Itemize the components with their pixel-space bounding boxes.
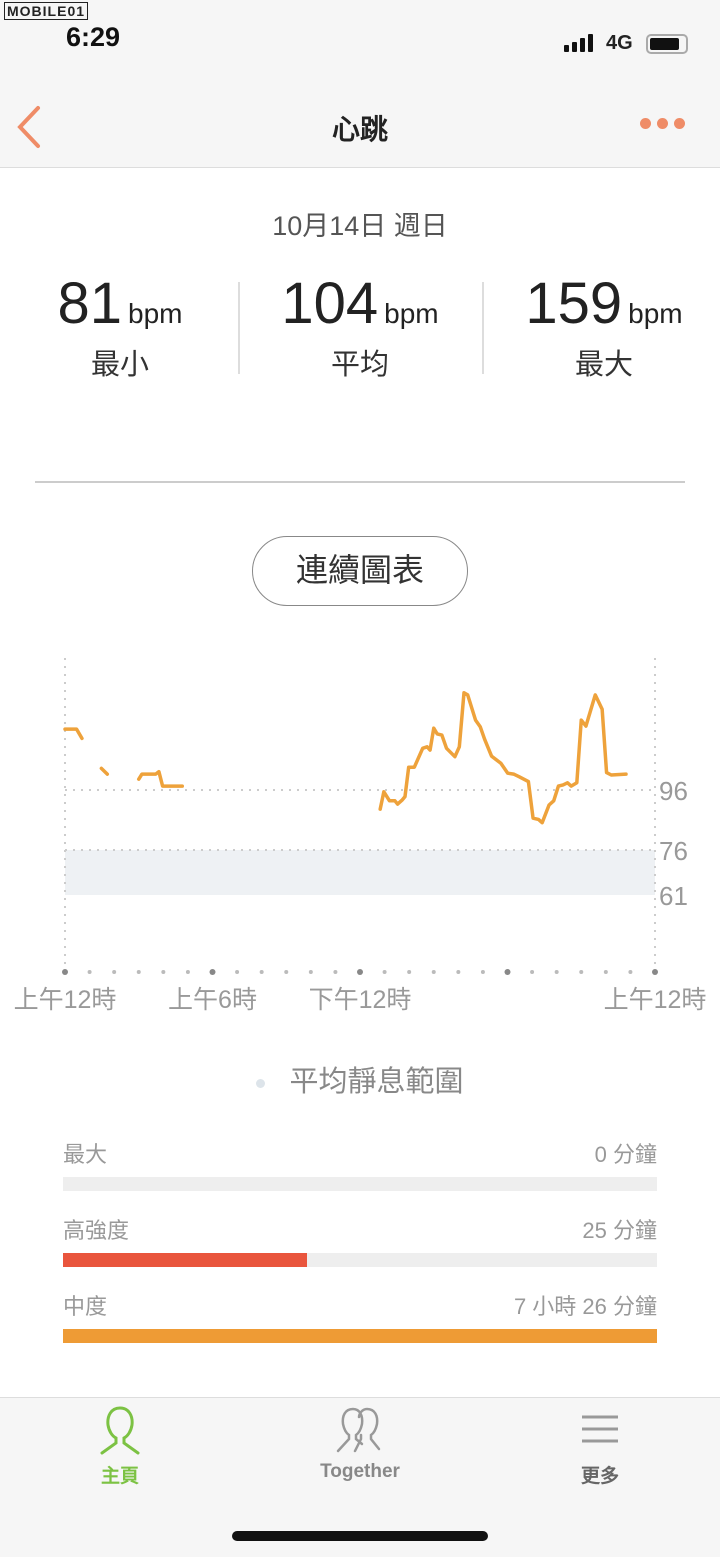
x-tick-dot: [603, 970, 608, 974]
stat-max: 159 bpm 最大: [484, 270, 720, 383]
x-tick-dot: [136, 970, 141, 974]
x-tick-dot: [530, 970, 535, 974]
x-tick-dot: [161, 970, 166, 974]
stat-avg: 104 bpm 平均: [240, 270, 480, 383]
x-tick-dot: [308, 970, 313, 974]
x-tick-dot: [652, 969, 658, 975]
stat-label: 最大: [574, 349, 633, 381]
heart-rate-line: [378, 691, 628, 825]
tab-together[interactable]: Together: [260, 1405, 460, 1483]
zone-bar: [63, 1329, 657, 1343]
zone-fill: [63, 1253, 307, 1267]
stat-unit: bpm: [384, 298, 439, 329]
divider: [35, 481, 685, 483]
zone-label: 中度: [63, 1294, 108, 1319]
people-icon: [336, 1407, 381, 1453]
heart-rate-chart: 96 76 61 上午12時 上午6時 下午12時 上午12時: [14, 658, 707, 1014]
x-tick-dot: [333, 970, 338, 974]
zone-value: 7 小時 26 分鐘: [513, 1294, 657, 1319]
y-tick-label: 76: [659, 836, 688, 866]
menu-icon: [582, 1415, 618, 1443]
zone-high: 高強度 25 分鐘: [63, 1213, 657, 1267]
x-tick-label: 下午12時: [309, 986, 412, 1014]
x-tick-dot: [112, 970, 117, 974]
heart-rate-line: [63, 727, 84, 741]
signal-icon: [564, 34, 593, 52]
tab-more[interactable]: 更多: [500, 1405, 700, 1488]
x-tick-dot: [185, 970, 190, 974]
zone-value: 25 分鐘: [582, 1218, 657, 1243]
x-tick-label: 上午6時: [168, 986, 257, 1014]
y-tick-label: 61: [659, 881, 688, 911]
stat-value: 104: [281, 271, 379, 336]
stat-value: 159: [525, 271, 623, 336]
zone-moderate: 中度 7 小時 26 分鐘: [63, 1289, 657, 1343]
legend-swatch: [256, 1078, 266, 1088]
zone-label: 最大: [63, 1142, 108, 1167]
zone-bar: [63, 1253, 657, 1267]
x-tick-dot: [382, 970, 387, 974]
x-tick-dot: [554, 970, 559, 974]
zone-label: 高強度: [63, 1218, 130, 1243]
stat-label: 平均: [330, 349, 389, 381]
page-title: 心跳: [331, 114, 388, 145]
x-tick-dot: [62, 969, 68, 975]
x-tick-dot: [284, 970, 289, 974]
x-tick-dot: [579, 970, 584, 974]
x-tick-label: 上午12時: [604, 986, 707, 1014]
chart-type-button[interactable]: 連續圖表: [252, 536, 468, 606]
x-tick-dot: [87, 970, 92, 974]
resting-range-band: [65, 850, 655, 895]
tab-label: 主頁: [100, 1466, 139, 1487]
legend: 平均靜息範圍: [0, 1058, 720, 1100]
more-dots-icon[interactable]: [640, 118, 685, 129]
watermark-logo: MOBILE01: [4, 2, 89, 20]
x-tick-dot: [209, 969, 216, 975]
y-tick-label: 96: [659, 776, 688, 806]
zone-fill: [63, 1329, 657, 1343]
zone-bar: [63, 1177, 657, 1191]
legend-label: 平均靜息範圍: [289, 1066, 464, 1098]
x-tick-dot: [235, 970, 240, 974]
stat-value: 81: [57, 271, 123, 336]
network-type: 4G: [606, 32, 633, 54]
stat-unit: bpm: [628, 298, 683, 329]
battery-fill: [650, 38, 679, 50]
heart-rate-line: [99, 766, 110, 776]
heart-rate-line: [137, 769, 185, 788]
stat-label: 最小: [90, 349, 149, 381]
x-tick-dot: [357, 969, 363, 975]
stat-unit: bpm: [128, 298, 183, 329]
x-tick-dot: [259, 970, 264, 974]
zone-value: 0 分鐘: [594, 1142, 657, 1167]
battery-icon: [646, 34, 688, 54]
x-tick-dot: [456, 970, 461, 974]
tab-label: 更多: [580, 1466, 619, 1487]
person-icon: [100, 1406, 140, 1455]
x-tick-dot: [504, 969, 511, 975]
x-tick-dot: [407, 970, 412, 974]
x-tick-dot: [431, 970, 436, 974]
x-tick-dot: [628, 970, 633, 974]
date-label: 10月14日 週日: [272, 211, 448, 241]
tab-home[interactable]: 主頁: [20, 1405, 220, 1488]
tab-label: Together: [320, 1461, 400, 1482]
home-indicator[interactable]: [232, 1531, 488, 1541]
x-tick-label: 上午12時: [14, 986, 117, 1014]
status-time: 6:29: [66, 22, 121, 52]
zone-max: 最大 0 分鐘: [63, 1137, 657, 1191]
x-tick-dot: [480, 970, 485, 974]
stat-min: 81 bpm 最小: [0, 270, 240, 383]
